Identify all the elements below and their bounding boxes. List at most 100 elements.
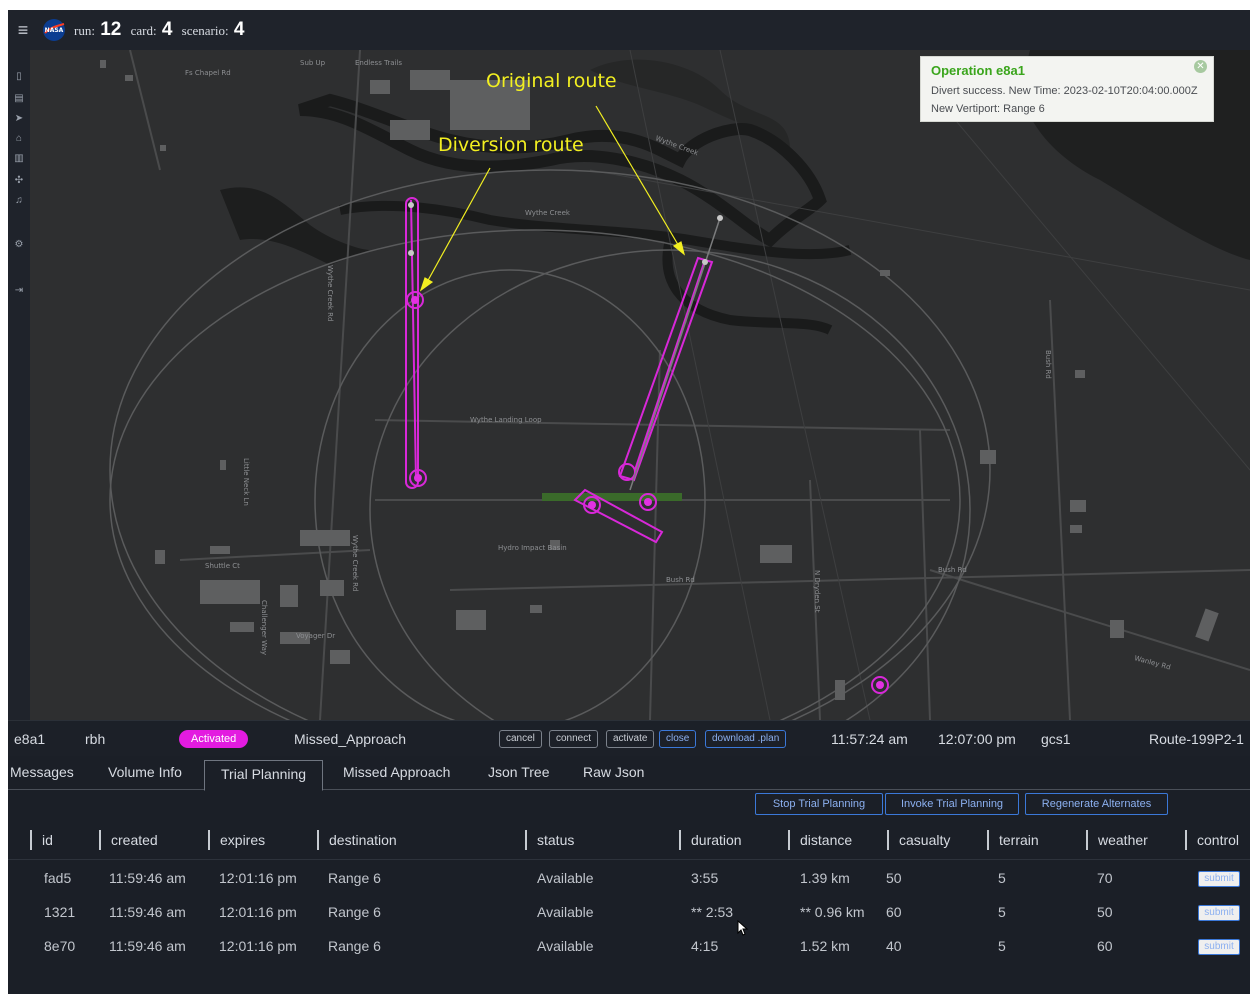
cell-casualty: 40 <box>886 938 902 954</box>
column-label-id: id <box>42 832 53 848</box>
table-row: 1321 11:59:46 am 12:01:16 pm Range 6 Ava… <box>8 896 1250 929</box>
column-header-status[interactable]: status <box>525 830 574 850</box>
download-plan-button[interactable]: download .plan <box>705 730 787 748</box>
cell-expires: 12:01:16 pm <box>219 904 297 920</box>
cell-terrain: 5 <box>998 938 1006 954</box>
card-value: 4 <box>161 19 173 40</box>
submit-button[interactable]: submit <box>1198 939 1240 955</box>
scenario-value: 4 <box>233 19 245 40</box>
cell-casualty: 60 <box>886 904 902 920</box>
vehicle-icon[interactable]: ⌂ <box>12 132 26 146</box>
column-header-expires[interactable]: expires <box>208 830 265 850</box>
bell-icon[interactable]: ♫ <box>12 194 26 208</box>
cell-terrain: 5 <box>998 904 1006 920</box>
diversion-route-annotation: Diversion route <box>438 134 584 156</box>
operation-notification: ✕ Operation e8a1 Divert success. New Tim… <box>920 56 1214 122</box>
map-label-shuttle-ct: Shuttle Ct <box>205 562 240 570</box>
map-canvas[interactable]: Fs Chapel Rd Sub Up Endless Trails Wythe… <box>30 50 1250 720</box>
tab-trial-planning[interactable]: Trial Planning <box>204 760 324 791</box>
hamburger-menu-icon[interactable]: ≡ <box>8 20 38 41</box>
regenerate-alternates-button[interactable]: Regenerate Alternates <box>1025 793 1168 815</box>
cell-destination: Range 6 <box>328 904 381 920</box>
header-divider <box>8 859 1250 860</box>
map-icon[interactable]: ▯ <box>12 70 26 84</box>
column-label-status: status <box>537 832 575 848</box>
column-header-created[interactable]: created <box>99 830 158 850</box>
operation-id: e8a1 <box>14 731 46 747</box>
tab-messages[interactable]: Messages <box>10 764 74 780</box>
tab-missed-approach[interactable]: Missed Approach <box>343 764 450 780</box>
send-icon[interactable]: ➤ <box>12 112 26 126</box>
connect-button[interactable]: connect <box>549 730 599 748</box>
cell-casualty: 50 <box>886 870 902 886</box>
drone-icon[interactable]: ✣ <box>12 174 26 188</box>
map-label-hydro-impact-basin: Hydro Impact Basin <box>498 544 567 552</box>
cell-status: Available <box>537 938 594 954</box>
map-view[interactable]: Fs Chapel Rd Sub Up Endless Trails Wythe… <box>30 50 1250 720</box>
stop-trial-planning-button[interactable]: Stop Trial Planning <box>755 793 883 815</box>
column-header-weather[interactable]: weather <box>1086 830 1148 850</box>
submit-button[interactable]: submit <box>1198 871 1240 887</box>
tab-volume-info[interactable]: Volume Info <box>108 764 182 780</box>
map-label-wythe-creek-2: Wythe Creek <box>525 209 571 217</box>
cell-terrain: 5 <box>998 870 1006 886</box>
building-icon[interactable]: ▥ <box>12 152 26 166</box>
notification-text: Divert success. New Time: 2023-02-10T20:… <box>931 85 1198 115</box>
column-header-duration[interactable]: duration <box>679 830 742 850</box>
svg-text:NASA: NASA <box>45 27 64 34</box>
column-label-created: created <box>111 832 158 848</box>
cancel-button[interactable]: cancel <box>499 730 542 748</box>
layers-icon[interactable]: ▤ <box>12 92 26 106</box>
map-label-wanley-rd: Wanley Rd <box>1133 654 1171 671</box>
cell-status: Available <box>537 904 594 920</box>
cell-expires: 12:01:16 pm <box>219 870 297 886</box>
cell-distance: ** 0.96 km <box>800 904 865 920</box>
logout-icon[interactable]: ⇥ <box>12 284 26 298</box>
cell-id: 1321 <box>44 904 76 920</box>
operation-gcs: gcs1 <box>1041 731 1071 747</box>
map-label-sub-up: Sub Up <box>300 59 326 67</box>
operation-row: e8a1 rbh Activated Missed_Approach cance… <box>8 720 1250 756</box>
top-bar: ≡ NASA run: 12 card: 4 scenario: 4 <box>8 10 1250 50</box>
map-label-endless-trails: Endless Trails <box>355 59 402 67</box>
cell-destination: Range 6 <box>328 938 381 954</box>
map-label-bush-rd-3: Bush Rd <box>1044 350 1052 379</box>
column-label-distance: distance <box>800 832 853 848</box>
map-label-challenger-way: Challenger Way <box>260 600 268 655</box>
tab-raw-json[interactable]: Raw Json <box>583 764 644 780</box>
column-header-terrain[interactable]: terrain <box>987 830 1039 850</box>
map-label-little-neck-ln: Little Neck Ln <box>242 458 250 506</box>
cell-weather: 50 <box>1097 904 1113 920</box>
notification-title: Operation e8a1 <box>931 63 1025 78</box>
map-label-wythe-creek-rd: Wythe Creek Rd <box>326 265 334 321</box>
close-button[interactable]: close <box>659 730 697 748</box>
column-header-id[interactable]: id <box>30 830 53 850</box>
mouse-cursor-icon <box>737 920 749 936</box>
operation-owner: rbh <box>85 731 106 747</box>
settings-icon[interactable]: ⚙ <box>12 238 26 252</box>
operation-route: Route-199P2-1 <box>1149 731 1244 747</box>
cell-distance: 1.52 km <box>800 938 850 954</box>
cell-weather: 70 <box>1097 870 1113 886</box>
invoke-trial-planning-button[interactable]: Invoke Trial Planning <box>885 793 1019 815</box>
column-label-duration: duration <box>691 832 742 848</box>
tab-json-tree[interactable]: Json Tree <box>488 764 549 780</box>
cell-created: 11:59:46 am <box>109 938 186 954</box>
operation-phase: Missed_Approach <box>294 731 407 747</box>
column-header-casualty[interactable]: casualty <box>887 830 950 850</box>
cell-distance: 1.39 km <box>800 870 850 886</box>
map-label-voyager-dr: Voyager Dr <box>296 632 335 640</box>
column-header-destination[interactable]: destination <box>317 830 397 850</box>
submit-button[interactable]: submit <box>1198 905 1240 921</box>
run-label: run: <box>74 23 95 38</box>
nasa-logo: NASA <box>43 19 65 41</box>
activate-button[interactable]: activate <box>606 730 655 748</box>
table-row: fad5 11:59:46 am 12:01:16 pm Range 6 Ava… <box>8 862 1250 895</box>
map-label-wythe-creek-rd-2: Wythe Creek Rd <box>351 535 359 591</box>
operation-start-time: 11:57:24 am <box>831 731 908 747</box>
map-label-fs-chapel-rd: Fs Chapel Rd <box>185 69 231 77</box>
status-badge: Activated <box>179 730 249 748</box>
close-icon[interactable]: ✕ <box>1194 60 1207 73</box>
column-header-distance[interactable]: distance <box>788 830 852 850</box>
cell-created: 11:59:46 am <box>109 870 186 886</box>
